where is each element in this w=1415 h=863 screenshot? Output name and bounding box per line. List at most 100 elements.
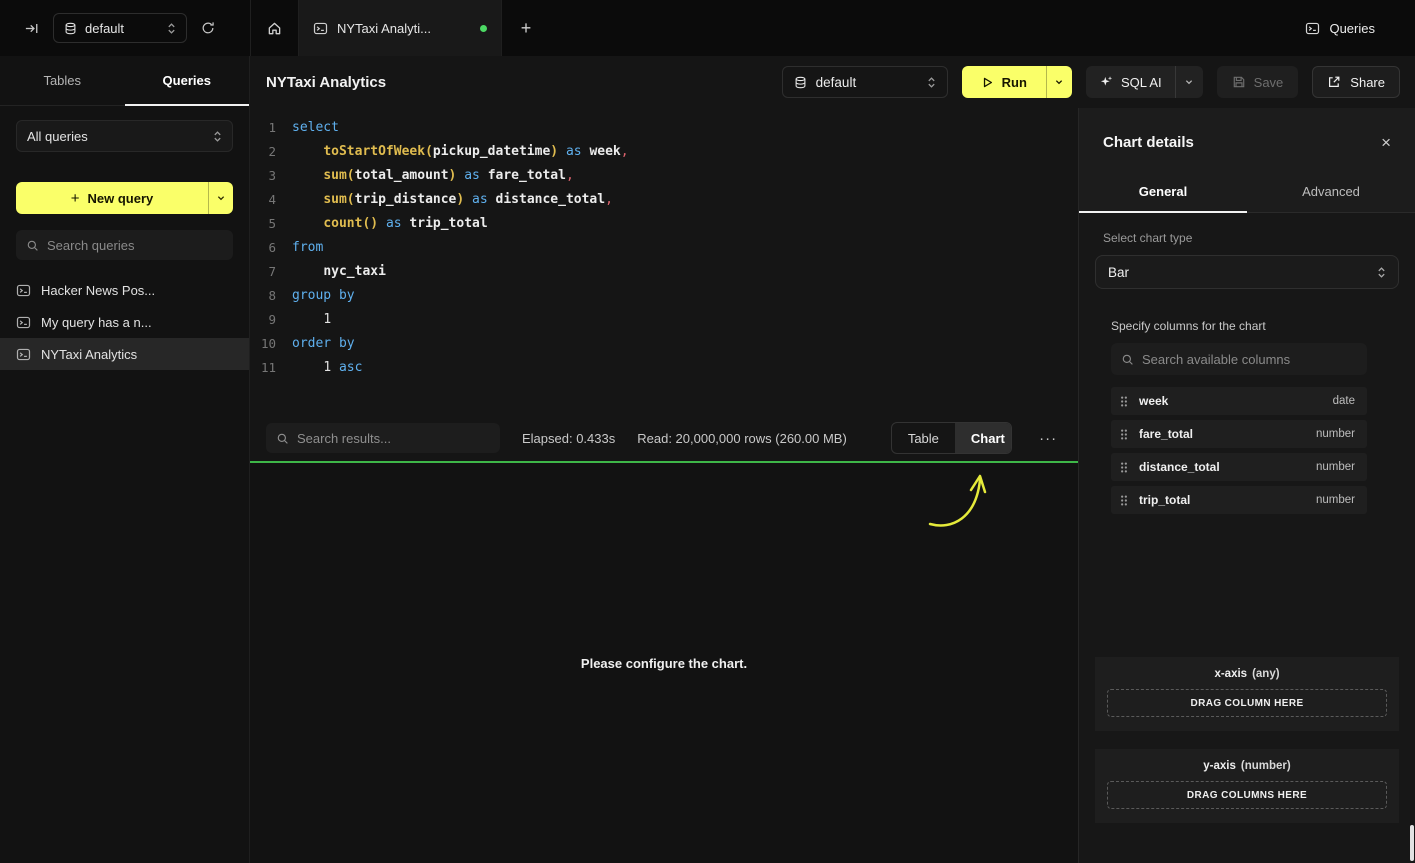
line-number: 4 bbox=[250, 188, 276, 212]
query-list-item[interactable]: Hacker News Pos... bbox=[0, 274, 249, 306]
chart-type-select[interactable]: Bar bbox=[1095, 255, 1399, 289]
run-button[interactable]: Run bbox=[962, 66, 1072, 98]
database-selector[interactable]: default bbox=[53, 13, 187, 43]
line-number: 9 bbox=[250, 308, 276, 332]
chart-empty-message: Please configure the chart. bbox=[581, 656, 747, 671]
collapse-sidebar-icon[interactable] bbox=[24, 21, 39, 36]
tab-nytaxi-analytics[interactable]: NYTaxi Analyti... bbox=[299, 0, 502, 56]
tab-advanced[interactable]: Advanced bbox=[1247, 171, 1415, 212]
code-text: sum(total_amount) as fare_total, bbox=[276, 164, 574, 188]
code-line[interactable]: 2 toStartOfWeek(pickup_datetime) as week… bbox=[250, 140, 1078, 164]
code-line[interactable]: 7 nyc_taxi bbox=[250, 260, 1078, 284]
save-icon bbox=[1232, 75, 1246, 89]
tab-home[interactable] bbox=[251, 0, 299, 56]
drag-handle-icon[interactable] bbox=[1119, 395, 1129, 408]
y-axis-label: y-axis(number) bbox=[1107, 760, 1387, 772]
new-tab-button[interactable]: + bbox=[502, 0, 550, 56]
search-icon bbox=[26, 239, 39, 252]
y-axis-name: y-axis bbox=[1203, 760, 1236, 772]
columns-search[interactable] bbox=[1111, 343, 1367, 375]
chevron-updown-icon bbox=[167, 22, 176, 35]
run-database-selector[interactable]: default bbox=[782, 66, 948, 98]
queries-menu-button[interactable]: Queries bbox=[1305, 0, 1415, 56]
save-label: Save bbox=[1254, 75, 1284, 90]
code-line[interactable]: 4 sum(trip_distance) as distance_total, bbox=[250, 188, 1078, 212]
columns-section-label: Specify columns for the chart bbox=[1111, 319, 1383, 333]
code-text: order by bbox=[276, 332, 355, 356]
sql-ai-button[interactable]: SQL AI bbox=[1086, 66, 1203, 98]
query-item-label: NYTaxi Analytics bbox=[41, 347, 137, 362]
drag-handle-icon[interactable] bbox=[1119, 494, 1129, 507]
x-axis-dropzone[interactable]: DRAG COLUMN HERE bbox=[1107, 689, 1387, 717]
database-icon bbox=[794, 76, 807, 89]
run-options-dropdown[interactable] bbox=[1046, 66, 1072, 98]
query-header: NYTaxi Analytics default bbox=[250, 56, 1415, 108]
close-icon[interactable]: × bbox=[1381, 134, 1391, 151]
play-icon bbox=[981, 76, 994, 89]
drag-handle-icon[interactable] bbox=[1119, 428, 1129, 441]
sidebar-content: All queries + New query bbox=[0, 106, 249, 863]
elapsed-time: Elapsed: 0.433s bbox=[522, 431, 615, 446]
sql-editor[interactable]: 1select2 toStartOfWeek(pickup_datetime) … bbox=[250, 108, 1078, 415]
run-database-value: default bbox=[816, 75, 857, 90]
new-query-label: New query bbox=[88, 191, 154, 206]
code-line[interactable]: 11 1 asc bbox=[250, 356, 1078, 380]
share-button[interactable]: Share bbox=[1312, 66, 1400, 98]
code-line[interactable]: 9 1 bbox=[250, 308, 1078, 332]
code-text: sum(trip_distance) as distance_total, bbox=[276, 188, 613, 212]
save-button[interactable]: Save bbox=[1217, 66, 1299, 98]
tab-strip: NYTaxi Analyti... + bbox=[250, 0, 550, 56]
code-line[interactable]: 5 count() as trip_total bbox=[250, 212, 1078, 236]
results-search[interactable] bbox=[266, 423, 500, 453]
tab-label: NYTaxi Analyti... bbox=[337, 21, 431, 36]
column-row[interactable]: fare_totalnumber bbox=[1111, 420, 1367, 448]
code-line[interactable]: 10order by bbox=[250, 332, 1078, 356]
sql-ai-dropdown[interactable] bbox=[1175, 66, 1203, 98]
column-type: number bbox=[1316, 461, 1355, 473]
chart-panel-tabs: General Advanced bbox=[1079, 171, 1415, 213]
query-item-label: My query has a n... bbox=[41, 315, 152, 330]
sql-ai-main[interactable]: SQL AI bbox=[1086, 66, 1175, 98]
column-row[interactable]: weekdate bbox=[1111, 387, 1367, 415]
x-axis-block: x-axis(any) DRAG COLUMN HERE bbox=[1095, 657, 1399, 731]
column-row[interactable]: distance_totalnumber bbox=[1111, 453, 1367, 481]
scrollbar-thumb[interactable] bbox=[1410, 825, 1414, 861]
code-line[interactable]: 1select bbox=[250, 116, 1078, 140]
query-icon bbox=[16, 315, 31, 330]
new-query-dropdown[interactable] bbox=[208, 182, 233, 214]
run-button-main[interactable]: Run bbox=[962, 66, 1046, 98]
view-toggle-table[interactable]: Table bbox=[892, 423, 955, 453]
code-line[interactable]: 8group by bbox=[250, 284, 1078, 308]
column-type: number bbox=[1316, 428, 1355, 440]
search-icon bbox=[1121, 353, 1134, 366]
annotation-arrow-icon bbox=[926, 468, 990, 530]
query-search-input[interactable] bbox=[47, 238, 223, 253]
tab-general[interactable]: General bbox=[1079, 171, 1247, 212]
topbar-left: default bbox=[0, 0, 250, 56]
query-icon bbox=[16, 347, 31, 362]
view-toggle-chart[interactable]: Chart bbox=[955, 423, 1012, 453]
query-list-item[interactable]: My query has a n... bbox=[0, 306, 249, 338]
sidebar-tab-tables[interactable]: Tables bbox=[0, 56, 125, 105]
chart-panel-title: Chart details bbox=[1103, 134, 1194, 151]
run-label: Run bbox=[1002, 75, 1027, 90]
home-icon bbox=[267, 21, 282, 36]
drag-handle-icon[interactable] bbox=[1119, 461, 1129, 474]
refresh-icon[interactable] bbox=[201, 21, 215, 35]
columns-search-input[interactable] bbox=[1142, 352, 1357, 367]
code-line[interactable]: 6from bbox=[250, 236, 1078, 260]
chevron-updown-icon bbox=[927, 76, 936, 89]
query-list: Hacker News Pos... My query has a n... NYT… bbox=[0, 274, 249, 370]
results-more-button[interactable]: ··· bbox=[1034, 430, 1062, 447]
results-search-input[interactable] bbox=[297, 431, 490, 446]
query-list-item[interactable]: NYTaxi Analytics bbox=[0, 338, 249, 370]
new-query-button[interactable]: + New query bbox=[16, 182, 233, 214]
sidebar-tab-queries[interactable]: Queries bbox=[125, 56, 250, 105]
y-axis-dropzone[interactable]: DRAG COLUMNS HERE bbox=[1107, 781, 1387, 809]
query-filter-select[interactable]: All queries bbox=[16, 120, 233, 152]
code-line[interactable]: 3 sum(total_amount) as fare_total, bbox=[250, 164, 1078, 188]
query-search[interactable] bbox=[16, 230, 233, 260]
column-row[interactable]: trip_totalnumber bbox=[1111, 486, 1367, 514]
line-number: 3 bbox=[250, 164, 276, 188]
new-query-main[interactable]: + New query bbox=[16, 182, 208, 214]
